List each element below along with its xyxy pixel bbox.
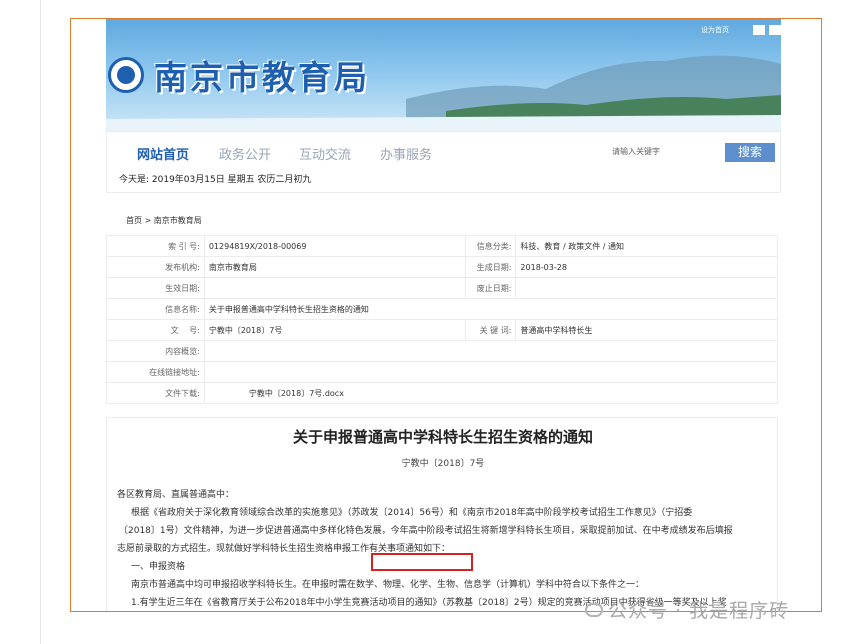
table-row: 信息名称: 关于申报普通高中学科特长生招生资格的通知: [106, 298, 779, 320]
favorite-icon[interactable]: [753, 25, 765, 35]
meta-value: 关于申报普通高中学科特长生招生资格的通知: [203, 298, 779, 320]
meta-value: 宁教中〔2018〕7号: [203, 319, 467, 341]
table-row: 发布机构: 南京市教育局 生成日期: 2018-03-28: [106, 256, 778, 278]
meta-label: 在线链接地址:: [106, 361, 205, 383]
meta-label: 关 键 词:: [465, 319, 517, 341]
meta-label: 文件下载:: [106, 382, 205, 404]
meta-label: 信息名称:: [106, 298, 205, 320]
meta-value: [203, 340, 779, 362]
breadcrumb[interactable]: 首页 > 南京市教育局: [126, 215, 202, 226]
search-button[interactable]: 搜索: [725, 143, 775, 162]
table-row: 生效日期: 废止日期:: [106, 277, 778, 299]
search-input[interactable]: 请输入关键字: [612, 146, 660, 157]
article-paragraph: 南京市普通高中均可申报招收学科特长生。在申报时需在数学、物理、化学、生物、信息学…: [131, 580, 645, 590]
site-banner: 南京市教育局 设为首页: [106, 19, 781, 131]
table-row: 在线链接地址:: [106, 361, 779, 383]
article-title: 关于申报普通高中学科特长生招生资格的通知: [292, 428, 593, 446]
meta-label: 生效日期:: [106, 277, 205, 299]
nav-services[interactable]: 办事服务: [380, 144, 432, 163]
nav-home[interactable]: 网站首页: [137, 144, 189, 163]
meta-label: 废止日期:: [465, 277, 517, 299]
table-row: 内容概览:: [106, 340, 779, 362]
meta-label: 信息分类:: [465, 235, 517, 257]
article-paragraph: 〔2018〕1号）文件精神，为进一步促进普通高中多样化特色发展，今年高中阶段考试…: [119, 526, 733, 536]
meta-value: 南京市教育局: [203, 256, 467, 278]
download-link[interactable]: 宁教中〔2018〕7号.docx: [203, 382, 779, 404]
article-paragraph: 各区教育局、直属普通高中：: [117, 490, 235, 500]
site-title: 南京市教育局: [154, 58, 370, 97]
table-row: 索 引 号: 01294819X/2018-00069 信息分类: 科技、教育 …: [106, 235, 778, 257]
article-doc-number: 宁教中〔2018〕7号: [401, 459, 485, 469]
nav-interaction[interactable]: 互动交流: [299, 144, 351, 163]
meta-value: 2018-03-28: [515, 256, 778, 278]
meta-label: 生成日期:: [465, 256, 517, 278]
nav-gov-info[interactable]: 政务公开: [219, 144, 271, 163]
main-nav: 网站首页 政务公开 互动交流 办事服务 请输入关键字 搜索 今天是: 2019年…: [106, 131, 781, 193]
current-date: 今天是: 2019年03月15日 星期五 农历二月初九: [119, 175, 312, 185]
table-row: 文件下载: 宁教中〔2018〕7号.docx: [106, 382, 779, 404]
meta-value: 普通高中学科特长生: [515, 319, 778, 341]
wechat-icon: [585, 603, 603, 617]
meta-value: 科技、教育 / 政策文件 / 通知: [515, 235, 778, 257]
left-divider: [40, 0, 41, 644]
screenshot-frame: 南京市教育局 设为首页 网站首页 政务公开 互动交流 办事服务 请输入关键字 搜…: [70, 18, 822, 612]
meta-label: 内容概览:: [106, 340, 205, 362]
article-paragraph: 一、申报资格: [131, 562, 186, 572]
menu-icon[interactable]: [769, 25, 781, 35]
meta-value: [203, 277, 467, 299]
meta-label: 文 号:: [106, 319, 205, 341]
top-links[interactable]: 设为首页: [701, 25, 729, 35]
table-row: 文 号: 宁教中〔2018〕7号 关 键 词: 普通高中学科特长生: [106, 319, 778, 341]
article-paragraph: 根据《省政府关于深化教育领域综合改革的实施意见》（苏政发〔2014〕56号）和《…: [131, 508, 693, 518]
emblem-logo-icon: [108, 57, 144, 93]
meta-value: [515, 277, 778, 299]
highlight-box: [371, 553, 473, 571]
watermark: 公众号 · 我是程序砖: [608, 600, 790, 622]
document-meta-table: 索 引 号: 01294819X/2018-00069 信息分类: 科技、教育 …: [106, 235, 779, 404]
meta-label: 发布机构:: [106, 256, 205, 278]
meta-value[interactable]: [203, 361, 779, 383]
meta-label: 索 引 号:: [106, 235, 205, 257]
meta-value: 01294819X/2018-00069: [203, 235, 467, 257]
